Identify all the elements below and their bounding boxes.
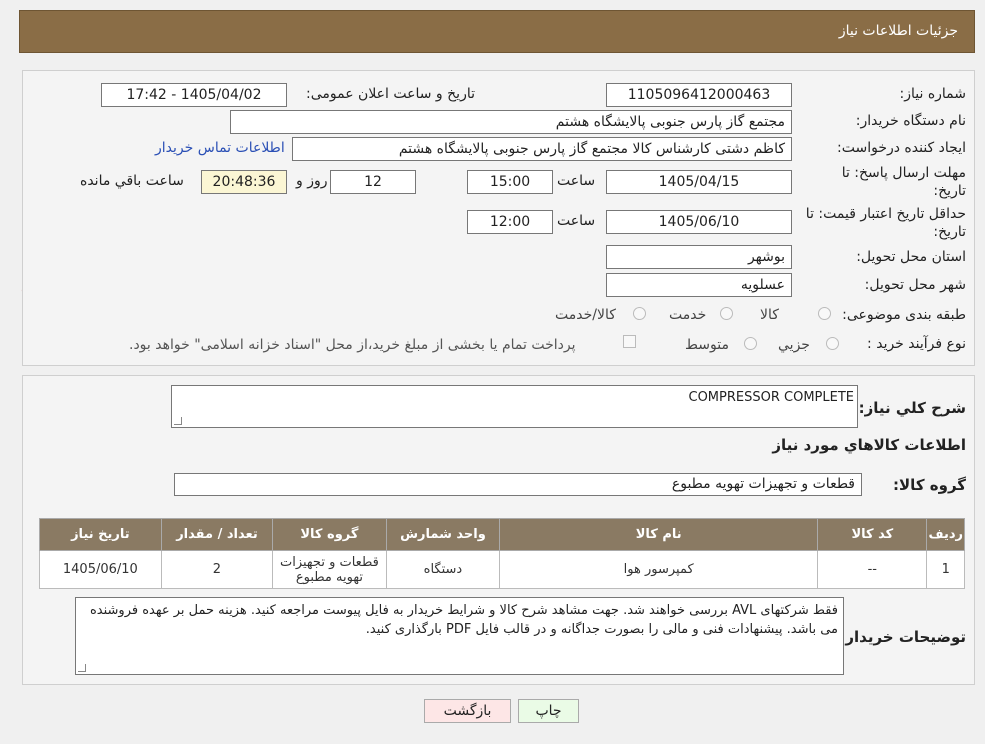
resize-grip[interactable] [174,417,182,425]
deadline-date-field: 1405/04/15 [606,170,792,194]
col-unit: واحد شمارش [385,518,501,551]
days-label: روز و [296,173,328,189]
category-goods-label: کالا [760,307,779,323]
cell-row: 1 [926,550,965,589]
treasury-text: پرداخت تمام یا بخشی از مبلغ خرید،از محل … [129,337,576,353]
back-button[interactable]: بازگشت [424,699,511,723]
city-field: عسلویه [606,273,792,297]
buyer-notes-text: فقط شرکتهای AVL بررسی خواهند شد. جهت مشا… [89,603,838,637]
buyer-org-field: مجتمع گاز پارس جنوبی پالایشگاه هشتم [230,110,792,134]
province-field: بوشهر [606,245,792,269]
print-button[interactable]: چاپ [518,699,579,723]
requester-label: ایجاد کننده درخواست: [837,140,966,156]
general-desc-field: COMPRESSOR COMPLETE [171,385,858,428]
remaining-time-field: 20:48:36 [201,170,287,194]
deadline-time-label: ساعت [557,173,596,189]
province-label: استان محل تحویل: [856,249,966,265]
announce-field: 1405/04/02 - 17:42 [101,83,287,107]
col-date: تاريخ نياز [39,518,162,551]
buyer-notes-field: فقط شرکتهای AVL بررسی خواهند شد. جهت مشا… [75,597,844,675]
need-number-field: 1105096412000463 [606,83,792,107]
goods-group-field: قطعات و تجهیزات تهویه مطبوع [174,473,862,496]
days-field: 12 [330,170,416,194]
process-minor-label: جزيي [778,337,810,353]
category-both-label: کالا/خدمت [555,307,616,323]
buyer-notes-label: توضيحات خريدار: [839,628,966,646]
validity-date-field: 1405/06/10 [606,210,792,234]
col-group: گروه كالا [272,518,387,551]
deadline-label: مهلت ارسال پاسخ: تا [841,165,966,181]
validity-label: حداقل تاریخ اعتبار قیمت: تا [805,206,966,222]
deadline-time-field: 15:00 [467,170,553,194]
category-both-radio[interactable] [633,307,646,320]
general-desc-text: COMPRESSOR COMPLETE [688,390,855,405]
table-header-row: رديف كد كالا نام كالا واحد شمارش گروه كا… [39,518,965,551]
general-desc-label: شرح كلي نياز: [858,399,966,417]
validity-time-field: 12:00 [467,210,553,234]
col-name: نام كالا [499,518,819,551]
category-service-radio[interactable] [720,307,733,320]
category-service-label: خدمت [669,307,707,323]
items-table: رديف كد كالا نام كالا واحد شمارش گروه كا… [39,518,965,589]
requester-field: کاظم دشتی کارشناس کالا مجتمع گاز پارس جن… [292,137,792,161]
page-title: جزئیات اطلاعات نیاز [838,23,958,39]
deadline-label-2: تاریخ: [933,183,966,199]
cell-name: کمپرسور هوا [499,550,819,589]
buyer-contact-link[interactable]: اطلاعات تماس خریدار [155,140,285,156]
table-row: 1 -- کمپرسور هوا دستگاه قطعات و تجهیزات … [39,550,965,589]
validity-time-label: ساعت [557,213,596,229]
cell-code: -- [817,550,928,589]
col-qty: تعداد / مقدار [160,518,274,551]
process-label: نوع فرآیند خرید : [867,336,966,352]
resize-grip[interactable] [78,664,86,672]
process-medium-label: متوسط [685,337,729,353]
col-row: رديف [926,518,965,551]
treasury-checkbox[interactable] [623,335,636,348]
city-label: شهر محل تحویل: [864,277,966,293]
buyer-org-label: نام دستگاه خریدار: [855,113,966,129]
goods-info-title: اطلاعات كالاهاي مورد نياز [772,436,966,454]
category-label: طبقه بندی موضوعی: [842,307,966,323]
validity-label-2: تاریخ: [933,224,966,240]
cell-unit: دستگاه [385,550,501,589]
col-code: كد كالا [817,518,928,551]
need-number-label: شماره نیاز: [899,86,967,102]
goods-group-label: گروه كالا: [893,476,966,494]
process-minor-radio[interactable] [826,337,839,350]
announce-label: تاریخ و ساعت اعلان عمومی: [306,86,475,102]
page-header: جزئیات اطلاعات نیاز [19,10,975,53]
process-medium-radio[interactable] [744,337,757,350]
cell-date: 1405/06/10 [39,550,162,589]
cell-qty: 2 [160,550,274,589]
remaining-label: ساعت باقي مانده [80,173,184,189]
category-goods-radio[interactable] [818,307,831,320]
cell-group: قطعات و تجهیزات تهویه مطبوع [272,550,387,589]
